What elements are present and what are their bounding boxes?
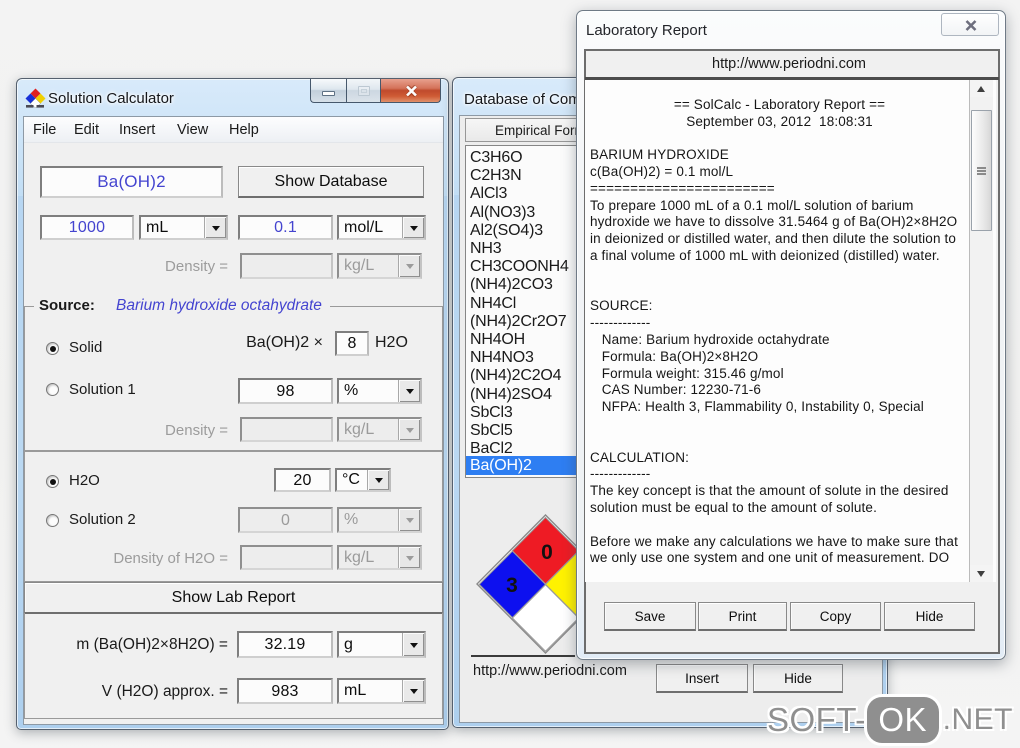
svg-text:3: 3 bbox=[506, 574, 518, 597]
svg-text:0: 0 bbox=[541, 541, 553, 564]
